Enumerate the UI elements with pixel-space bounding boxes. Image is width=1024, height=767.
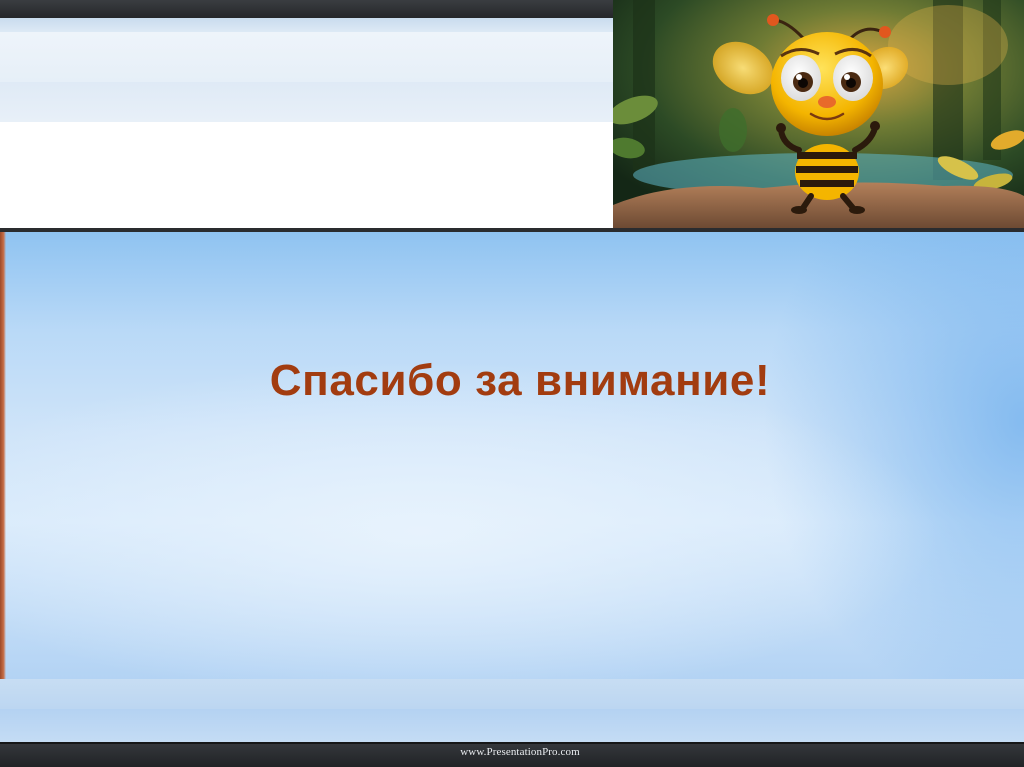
header-stripe xyxy=(0,82,613,122)
header-stripe xyxy=(0,32,613,82)
accent-edge xyxy=(0,232,6,742)
bottom-stripe xyxy=(0,709,1024,742)
main-panel xyxy=(0,232,1024,679)
bottom-stripe xyxy=(0,679,1024,709)
footer-url: www.PresentationPro.com xyxy=(460,746,580,758)
cartoon-bee-icon xyxy=(613,0,1024,228)
header-stripe xyxy=(0,122,613,228)
slide-title: Спасибо за внимание! xyxy=(269,356,771,405)
bee-picture xyxy=(613,0,1024,228)
slide: Спасибо за внимание! www.PresentationPro… xyxy=(0,0,1024,767)
header-stripe xyxy=(0,18,613,32)
header-stripes xyxy=(0,18,613,228)
